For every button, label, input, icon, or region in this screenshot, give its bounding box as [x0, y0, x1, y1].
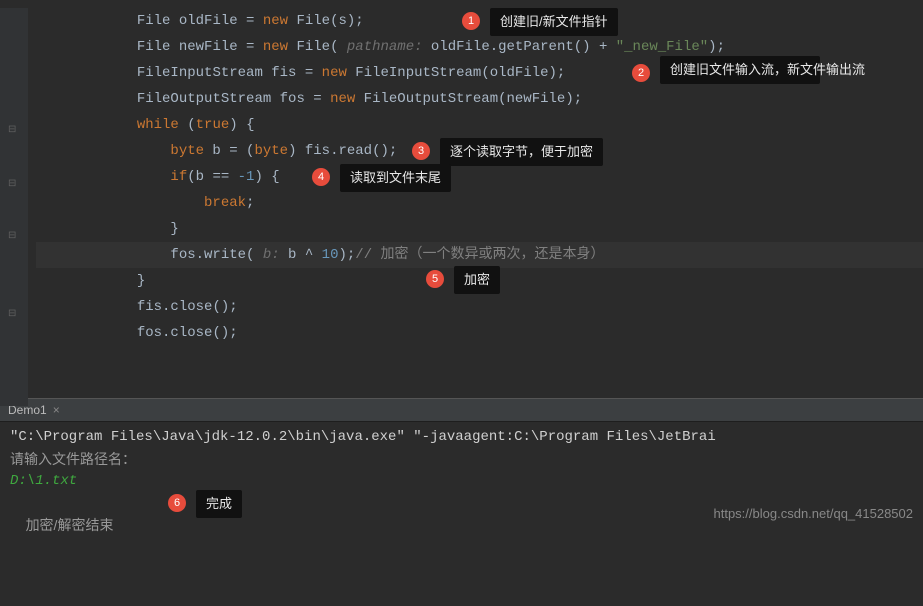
code-line[interactable]: fos.write( b: b ^ 10);// 加密（一个数异或两次，还是本身… — [36, 242, 923, 268]
annotation-tooltip-5: 加密 — [454, 266, 500, 294]
code-line[interactable]: FileOutputStream fos = new FileOutputStr… — [36, 86, 923, 112]
fold-icon[interactable]: ⊟ — [8, 178, 16, 190]
watermark: https://blog.csdn.net/qq_41528502 — [714, 506, 914, 521]
annotation-tooltip-3: 逐个读取字节，便于加密 — [440, 138, 603, 166]
annotation-tooltip-2: 创建旧文件输入流，新文件输出流 — [660, 56, 820, 84]
code-line[interactable]: if(b == -1) { 4 读取到文件末尾 — [36, 164, 923, 190]
console-tab-bar: Demo1 × — [0, 398, 923, 422]
annotation-tooltip-6: 完成 — [196, 490, 242, 518]
code-line[interactable]: FileInputStream fis = new FileInputStrea… — [36, 60, 923, 86]
code-line[interactable]: } 5 加密 — [36, 268, 923, 294]
fold-icon[interactable]: ⊟ — [8, 308, 16, 320]
annotation-badge-2: 2 — [632, 64, 650, 82]
annotation-badge-5: 5 — [426, 270, 444, 288]
console-line-command: "C:\Program Files\Java\jdk-12.0.2\bin\ja… — [10, 426, 913, 448]
fold-icon[interactable]: ⊟ — [8, 230, 16, 242]
code-line[interactable]: break; — [36, 190, 923, 216]
code-line[interactable]: byte b = (byte) fis.read(); 3 逐个读取字节，便于加… — [36, 138, 923, 164]
code-line[interactable]: while (true) { — [36, 112, 923, 138]
code-line[interactable]: fos.close(); — [36, 320, 923, 346]
annotation-badge-3: 3 — [412, 142, 430, 160]
code-line[interactable]: File oldFile = new File(s); 1 创建旧/新文件指针 — [36, 8, 923, 34]
annotation-badge-4: 4 — [312, 168, 330, 186]
annotation-badge-6: 6 — [168, 494, 186, 512]
annotation-tooltip-1: 创建旧/新文件指针 — [490, 8, 618, 36]
annotation-tooltip-4: 读取到文件末尾 — [340, 164, 451, 192]
editor-gutter: ⊟ ⊟ ⊟ ⊟ — [0, 8, 28, 406]
code-line[interactable]: fis.close(); — [36, 294, 923, 320]
console-line-prompt: 请输入文件路径名： — [10, 448, 913, 470]
code-line[interactable]: } — [36, 216, 923, 242]
code-editor[interactable]: ⊟ ⊟ ⊟ ⊟ File oldFile = new File(s); 1 创建… — [0, 0, 923, 398]
console-line-input: D:\1.txt — [10, 470, 913, 492]
fold-icon[interactable]: ⊟ — [8, 124, 16, 136]
code-area[interactable]: File oldFile = new File(s); 1 创建旧/新文件指针 … — [28, 8, 923, 346]
annotation-badge-1: 1 — [462, 12, 480, 30]
close-icon[interactable]: × — [53, 403, 60, 417]
